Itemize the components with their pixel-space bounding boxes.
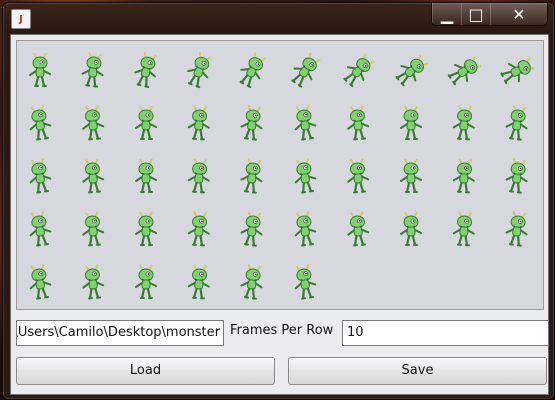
sprite-frame bbox=[447, 55, 481, 86]
sprite-frame bbox=[240, 158, 263, 194]
maximize-icon: □ bbox=[468, 4, 484, 24]
sprite-frame bbox=[82, 158, 105, 194]
client-area: C:\Users\Camilo\Desktop\monster Frames P… bbox=[10, 34, 549, 395]
file-path-value: C:\Users\Camilo\Desktop\monster bbox=[16, 325, 220, 340]
sprite-frame bbox=[240, 264, 263, 300]
sprite-frame bbox=[452, 211, 475, 247]
sprite-frame bbox=[291, 52, 321, 88]
close-icon: ✕ bbox=[512, 4, 526, 24]
maximize-button[interactable]: □ bbox=[461, 3, 490, 25]
close-button[interactable]: ✕ bbox=[490, 3, 547, 25]
sprite-frame bbox=[29, 105, 52, 141]
sprite-frame bbox=[134, 51, 157, 89]
sprite-frame bbox=[29, 264, 52, 300]
frames-per-row-label: Frames Per Row bbox=[230, 323, 334, 338]
sprite-frame bbox=[500, 56, 534, 85]
sprite-frame bbox=[82, 105, 105, 141]
sprite-frame bbox=[452, 105, 475, 141]
frames-per-row-field[interactable]: 10 bbox=[342, 320, 549, 346]
sprite-frame bbox=[239, 52, 267, 89]
sprite-frame bbox=[294, 264, 317, 300]
sprite-frame bbox=[187, 264, 210, 300]
sprite-frame bbox=[29, 52, 51, 88]
sprite-frame bbox=[82, 264, 105, 300]
sprite-sheet-preview bbox=[16, 40, 544, 310]
sprite-frame bbox=[81, 52, 104, 88]
load-button[interactable]: Load bbox=[16, 357, 275, 385]
sprite-frame bbox=[347, 211, 370, 247]
sprite-frame bbox=[347, 105, 370, 141]
sprite-frame bbox=[187, 51, 212, 89]
sprite-frame bbox=[343, 53, 375, 88]
sprite-frame bbox=[294, 158, 317, 194]
sprite-frame bbox=[187, 158, 210, 194]
app-window: J ▁ □ ✕ C:\Users\Camilo\Desktop\monster … bbox=[2, 2, 555, 400]
sprite-frame bbox=[400, 105, 422, 141]
sprite-frame bbox=[240, 105, 263, 141]
sprite-frame bbox=[505, 158, 528, 194]
sprite-frame bbox=[29, 211, 52, 247]
file-path-field[interactable]: C:\Users\Camilo\Desktop\monster bbox=[16, 320, 224, 346]
minimize-button[interactable]: ▁ bbox=[432, 3, 461, 25]
frames-per-row-value: 10 bbox=[347, 325, 364, 340]
sprite-frame bbox=[294, 211, 317, 247]
sprite-frame bbox=[395, 54, 428, 87]
sprite-frame bbox=[135, 105, 157, 141]
sprite-frame bbox=[400, 211, 422, 247]
sprite-frame bbox=[505, 105, 528, 141]
sprite-frame bbox=[135, 264, 157, 300]
window-controls: ▁ □ ✕ bbox=[431, 3, 548, 26]
sprite-frame bbox=[452, 158, 475, 194]
sprite-frame bbox=[82, 211, 105, 247]
sprite-frame bbox=[187, 211, 210, 247]
sprite-frame bbox=[187, 105, 210, 141]
sprite-frame bbox=[240, 211, 263, 247]
java-app-icon[interactable]: J bbox=[11, 9, 31, 29]
minimize-icon: ▁ bbox=[440, 4, 454, 24]
sprite-frame bbox=[135, 211, 157, 247]
sprite-frame bbox=[294, 105, 317, 141]
save-button[interactable]: Save bbox=[288, 357, 547, 385]
sprite-frame bbox=[29, 158, 52, 194]
title-bar[interactable]: J ▁ □ ✕ bbox=[3, 3, 554, 35]
sprite-frame bbox=[505, 211, 528, 247]
sprite-frame bbox=[400, 158, 422, 194]
sprite-frame bbox=[347, 158, 370, 194]
sprite-frame bbox=[135, 158, 157, 194]
